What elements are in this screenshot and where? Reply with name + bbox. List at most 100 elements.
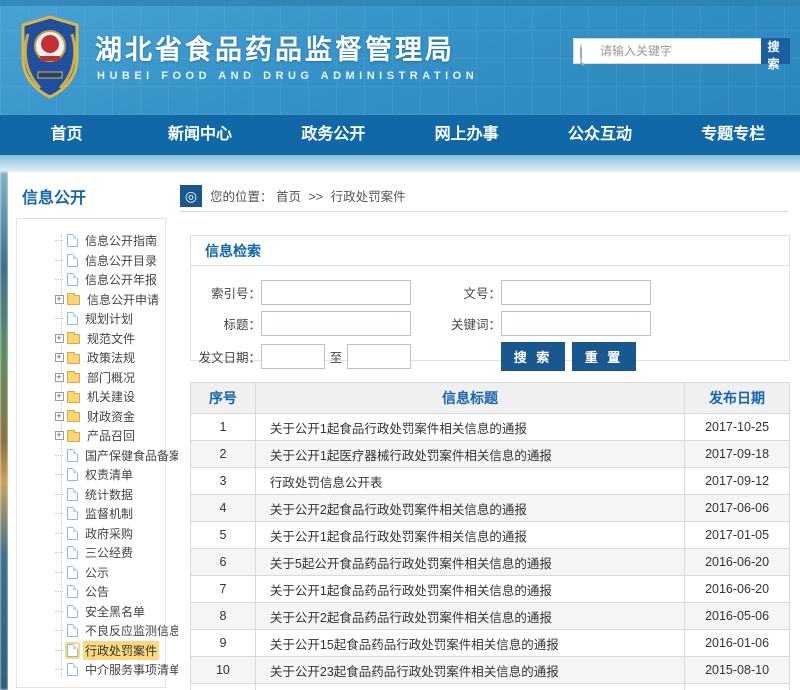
tree-connector <box>51 650 67 651</box>
document-icon <box>67 468 78 481</box>
tree-connector <box>51 611 67 612</box>
expand-icon[interactable] <box>55 412 64 421</box>
search-button[interactable]: 搜 索 <box>501 342 565 371</box>
tree-connector <box>51 373 67 382</box>
reset-button[interactable]: 重 置 <box>572 342 636 371</box>
row-title-link[interactable]: 关于5起公开食品药品行政处罚案件相关信息的通报 <box>255 549 684 576</box>
nav-item-news[interactable]: 新闻中心 <box>133 115 266 155</box>
sidebar-item[interactable]: 规划计划 <box>51 309 163 329</box>
folder-icon <box>67 373 80 383</box>
table-row: 9 关于公开15起食品药品行政处罚案件相关信息的通报 2016-01-06 <box>191 630 790 657</box>
breadcrumb-home-link[interactable]: 首页 <box>276 190 301 204</box>
sidebar-item[interactable]: 中介服务事项清单 <box>51 660 163 680</box>
row-no: 3 <box>191 468 256 495</box>
keyword-input[interactable] <box>501 311 651 336</box>
row-title-link[interactable]: 关于公开1起食品药品行政处罚案件相关信息的通报 <box>255 576 684 603</box>
row-date: 2016-05-06 <box>685 603 790 630</box>
sidebar-item[interactable]: 机关建设 <box>51 387 163 407</box>
doc-no-input[interactable] <box>501 280 651 305</box>
expand-icon[interactable] <box>55 373 64 382</box>
row-title-link[interactable]: 关于公开15起食品药品行政处罚案件相关信息的通报 <box>255 630 684 657</box>
panel-title: 信息检索 <box>191 236 789 266</box>
row-title-link[interactable]: 行政处罚信息公开表 <box>255 468 684 495</box>
location-icon: ◎ <box>180 185 202 207</box>
expand-icon[interactable] <box>55 353 64 362</box>
sidebar-item[interactable]: 信息公开年报 <box>51 270 163 290</box>
row-no: 4 <box>191 495 256 522</box>
expand-icon[interactable] <box>55 295 64 304</box>
folder-icon <box>67 393 80 403</box>
sidebar-item[interactable]: 部门概况 <box>51 368 163 388</box>
index-no-label: 索引号： <box>191 283 261 302</box>
nav-item-special[interactable]: 专题专栏 <box>667 115 800 155</box>
nav-item-online[interactable]: 网上办事 <box>400 115 533 155</box>
title-input[interactable] <box>261 311 411 336</box>
search-icon <box>580 45 592 57</box>
row-date: 2016-06-20 <box>685 576 790 603</box>
tree-connector <box>51 513 67 514</box>
sidebar-item[interactable]: 公告 <box>51 582 163 602</box>
expand-icon[interactable] <box>55 392 64 401</box>
header-search-input[interactable] <box>573 38 761 64</box>
row-no: 5 <box>191 522 256 549</box>
tree-connector <box>51 412 67 421</box>
sidebar-item[interactable]: 政策法规 <box>51 348 163 368</box>
col-header-date: 发布日期 <box>685 383 790 414</box>
sidebar-item[interactable]: 安全黑名单 <box>51 602 163 622</box>
sidebar-item[interactable]: 政府采购 <box>51 524 163 544</box>
table-row: 8 关于公开2起食品药品行政处罚案件相关信息的通报 2016-05-06 <box>191 603 790 630</box>
row-title-link[interactable]: 关于公开1起食品行政处罚案件相关信息的通报 <box>255 414 684 441</box>
nav-item-gov[interactable]: 政务公开 <box>267 115 400 155</box>
row-no: 9 <box>191 630 256 657</box>
nav-bottom-strip <box>0 155 800 172</box>
date-to-input[interactable] <box>347 344 411 369</box>
date-from-input[interactable] <box>261 344 325 369</box>
sidebar-item[interactable]: 公示 <box>51 563 163 583</box>
tree-connector <box>51 240 67 241</box>
info-search-panel: 信息检索 索引号： 文号： 标题： 关键词： 发文日期： 至 <box>190 235 790 361</box>
sidebar-item[interactable]: 信息公开指南 <box>51 231 163 251</box>
row-title-link[interactable]: 关于公开23起食品药品行政处罚案件相关信息的通报 <box>255 657 684 684</box>
sidebar-item[interactable]: 信息公开申请 <box>51 290 163 310</box>
row-title-link[interactable]: 关于公开2起食品药品行政处罚案件相关信息的通报 <box>255 603 684 630</box>
document-icon <box>67 644 78 657</box>
row-date: 2017-10-25 <box>685 414 790 441</box>
sidebar-item[interactable]: 监督机制 <box>51 504 163 524</box>
document-icon <box>67 566 78 579</box>
sidebar-item[interactable]: 三公经费 <box>51 543 163 563</box>
document-icon <box>67 546 78 559</box>
sidebar-item[interactable]: 权责清单 <box>51 465 163 485</box>
tree-connector <box>51 533 67 534</box>
document-icon <box>67 234 78 247</box>
tree-connector <box>51 279 67 280</box>
tree-connector <box>51 455 67 456</box>
sidebar-item[interactable]: 信息公开目录 <box>51 251 163 271</box>
row-date: 2016-06-20 <box>685 549 790 576</box>
breadcrumb: ◎ 您的位置： 首页 >> 行政处罚案件 <box>180 180 788 212</box>
sidebar-item[interactable]: 规范文件 <box>51 329 163 349</box>
index-no-input[interactable] <box>261 280 411 305</box>
nav-item-home[interactable]: 首页 <box>0 115 133 155</box>
tree-connector <box>51 474 67 475</box>
sidebar-item[interactable]: 不良反应监测信息 <box>51 621 163 641</box>
table-row: 7 关于公开1起食品药品行政处罚案件相关信息的通报 2016-06-20 <box>191 576 790 603</box>
document-icon <box>67 273 78 286</box>
sidebar-item[interactable]: 统计数据 <box>51 485 163 505</box>
row-title-link[interactable]: 关于公开2起食品行政处罚案件相关信息的通报 <box>255 495 684 522</box>
sidebar-item[interactable]: 国产保健食品备案 <box>51 446 163 466</box>
header-search-button[interactable]: 搜 索 <box>761 38 790 64</box>
nav-item-interact[interactable]: 公众互动 <box>533 115 666 155</box>
expand-icon[interactable] <box>55 334 64 343</box>
row-date: 2016-01-06 <box>685 630 790 657</box>
row-title-link[interactable]: 关于公开1起食品行政处罚案件相关信息的通报 <box>255 522 684 549</box>
sidebar-item[interactable]: 产品召回 <box>51 426 163 446</box>
site-header: 湖北省食品药品监督管理局 HUBEI FOOD AND DRUG ADMINIS… <box>0 0 800 115</box>
row-title-link[interactable]: 关于公开1起医疗器械行政处罚案件相关信息的通报 <box>255 441 684 468</box>
document-icon <box>67 585 78 598</box>
sidebar-item[interactable]: 财政资金 <box>51 407 163 427</box>
folder-icon <box>67 412 80 422</box>
expand-icon[interactable] <box>55 431 64 440</box>
tree-connector <box>51 431 67 440</box>
sidebar-item-active[interactable]: 行政处罚案件 <box>51 641 163 661</box>
site-subtitle: HUBEI FOOD AND DRUG ADMINISTRATION <box>97 70 478 82</box>
